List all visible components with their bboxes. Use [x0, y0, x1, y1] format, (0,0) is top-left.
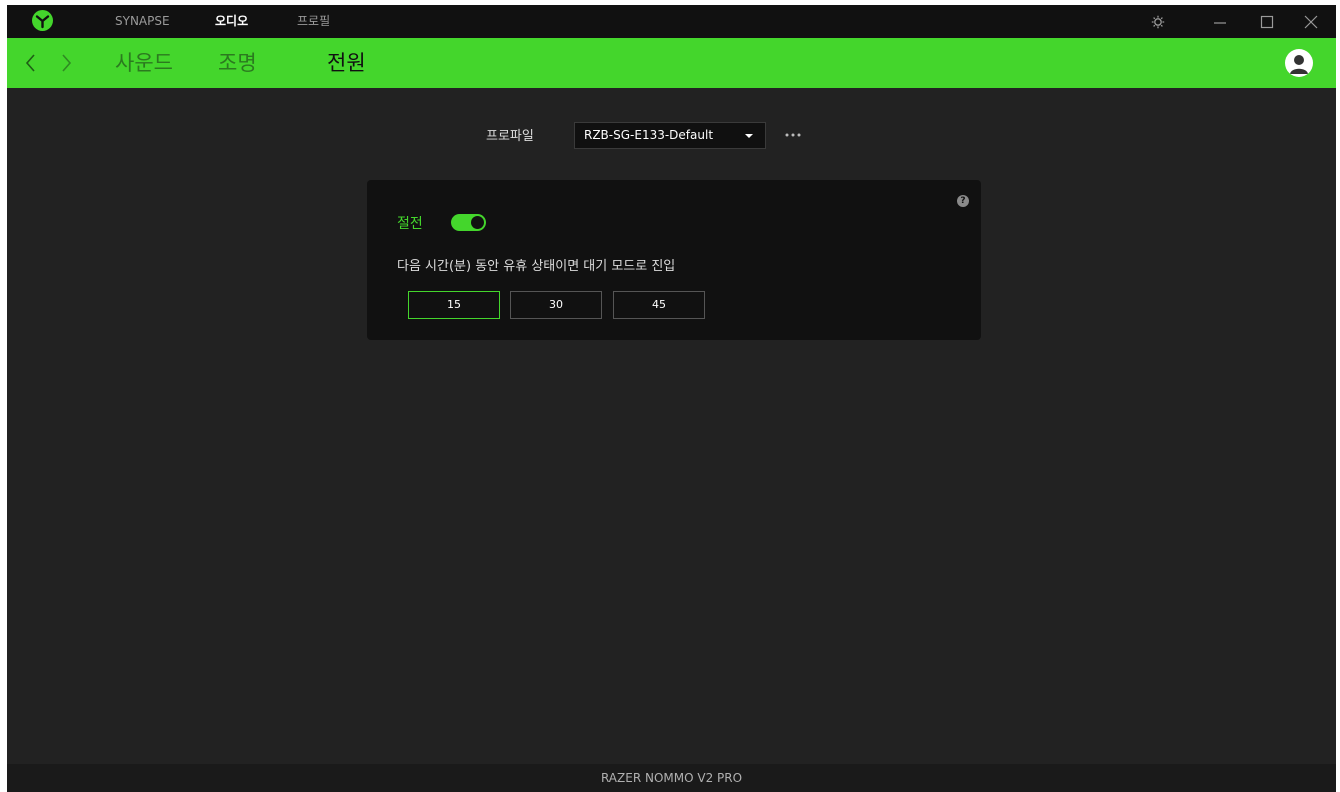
sub-nav-bar: 사운드 조명 전원: [7, 38, 1336, 88]
back-arrow-icon[interactable]: [21, 50, 41, 76]
subtab-sound[interactable]: 사운드: [115, 38, 173, 88]
title-bar: SYNAPSE 오디오 프로필: [7, 5, 1336, 38]
razer-logo-icon: [32, 10, 53, 31]
tab-synapse[interactable]: SYNAPSE: [115, 5, 170, 38]
profile-dropdown-value: RZB-SG-E133-Default: [584, 128, 714, 142]
forward-arrow-icon[interactable]: [56, 50, 76, 76]
chevron-down-icon: [745, 134, 753, 138]
subtab-power[interactable]: 전원: [327, 38, 366, 88]
minimize-icon[interactable]: [1200, 5, 1240, 38]
app-window: SYNAPSE 오디오 프로필 사운드 조명 전원 프로파일 RZB-SG-E1…: [7, 5, 1336, 792]
idle-description: 다음 시간(분) 동안 유휴 상태이면 대기 모드로 진입: [397, 259, 676, 274]
idle-option-45[interactable]: 45: [613, 291, 705, 319]
power-saving-card: ? 절전 다음 시간(분) 동안 유휴 상태이면 대기 모드로 진입 15 30…: [367, 180, 981, 340]
maximize-icon[interactable]: [1247, 5, 1287, 38]
idle-option-30[interactable]: 30: [510, 291, 602, 319]
tab-audio[interactable]: 오디오: [215, 5, 248, 38]
power-saving-title: 절전: [397, 216, 423, 232]
help-icon[interactable]: ?: [957, 195, 969, 207]
idle-option-15[interactable]: 15: [408, 291, 500, 319]
power-saving-toggle[interactable]: [451, 214, 486, 231]
profile-label: 프로파일: [486, 129, 534, 144]
subtab-lighting[interactable]: 조명: [218, 38, 257, 88]
close-icon[interactable]: [1291, 5, 1331, 38]
settings-gear-icon[interactable]: [1138, 5, 1178, 38]
more-options-icon[interactable]: [783, 127, 803, 143]
user-avatar-icon[interactable]: [1285, 49, 1313, 77]
device-name: RAZER NOMMO V2 PRO: [600, 771, 743, 785]
tab-profiles[interactable]: 프로필: [297, 5, 330, 38]
device-footer: RAZER NOMMO V2 PRO: [7, 764, 1336, 792]
profile-dropdown[interactable]: RZB-SG-E133-Default: [574, 122, 766, 149]
toggle-knob: [471, 216, 484, 229]
